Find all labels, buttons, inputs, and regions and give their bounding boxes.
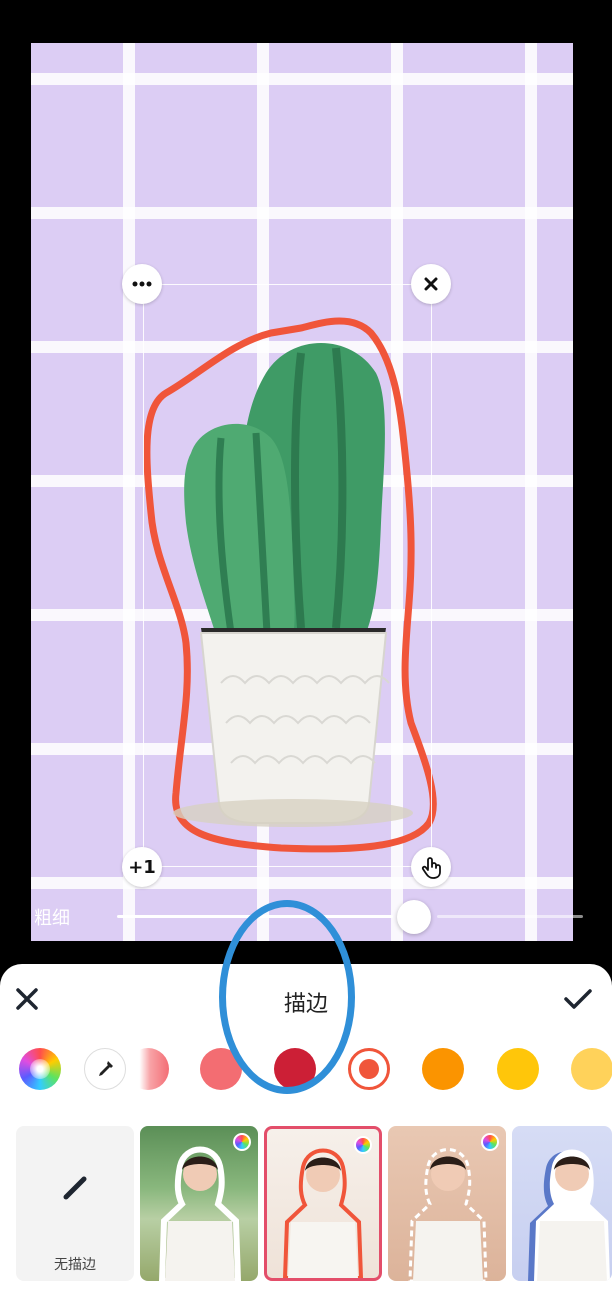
sticker-selection-frame <box>143 284 432 867</box>
panel-title: 描边 <box>283 992 328 1017</box>
sticker-duplicate-button[interactable]: +1 <box>122 847 162 887</box>
preset-white-stroke[interactable] <box>140 1126 258 1281</box>
preset-color-badge <box>481 1133 499 1151</box>
duplicate-label: +1 <box>128 856 156 878</box>
stroke-thickness-track-filled[interactable] <box>117 915 393 918</box>
more-icon <box>132 281 152 287</box>
color-swatch-light-pink[interactable] <box>127 1048 169 1090</box>
sticker-touch-button[interactable] <box>411 847 451 887</box>
color-swatch-orange-selected[interactable] <box>348 1048 390 1090</box>
stroke-thickness-track[interactable] <box>437 915 583 918</box>
color-swatch-crimson[interactable] <box>274 1048 316 1090</box>
preset-dashed-stroke[interactable] <box>388 1126 506 1281</box>
hand-pointer-icon <box>421 857 441 879</box>
preset-color-badge <box>233 1133 251 1151</box>
preset-blue-offset-stroke[interactable] <box>512 1126 612 1281</box>
pencil-icon <box>63 1176 87 1200</box>
color-swatch-coral[interactable] <box>200 1048 242 1090</box>
stroke-thickness-slider-thumb[interactable] <box>397 900 431 934</box>
close-icon <box>424 277 438 291</box>
color-picker-rainbow[interactable] <box>19 1048 61 1090</box>
sticker-delete-button[interactable] <box>411 264 451 304</box>
confirm-button[interactable] <box>560 982 596 1016</box>
color-swatch-amber[interactable] <box>422 1048 464 1090</box>
preset-orange-stroke-selected[interactable] <box>264 1126 382 1281</box>
preset-color-badge <box>354 1136 372 1154</box>
stroke-thickness-label: 粗细 <box>34 908 70 929</box>
preset-no-stroke[interactable]: 无描边 <box>16 1126 134 1281</box>
sticker-more-button[interactable] <box>122 264 162 304</box>
preset-no-stroke-label: 无描边 <box>54 1257 96 1273</box>
preset-portrait <box>528 1149 610 1281</box>
eyedropper-icon <box>99 1061 113 1076</box>
color-swatch-light-yellow[interactable] <box>571 1048 612 1090</box>
eyedropper-button[interactable] <box>84 1048 126 1090</box>
check-icon <box>564 989 592 1009</box>
color-swatch-yellow[interactable] <box>497 1048 539 1090</box>
